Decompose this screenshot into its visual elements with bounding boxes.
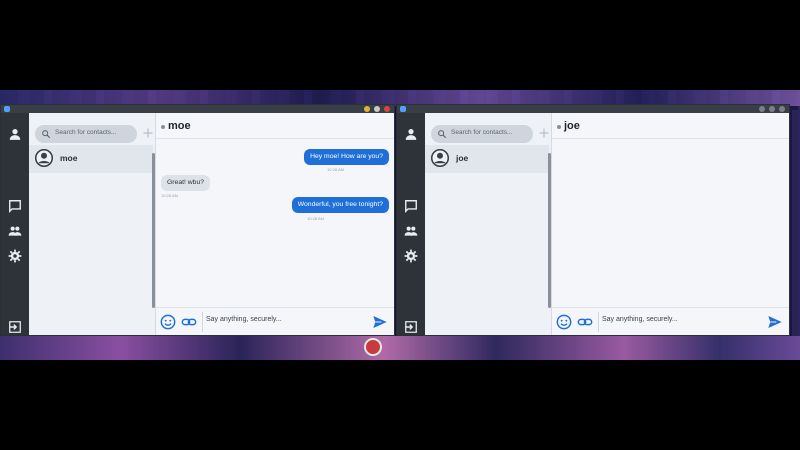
message-input[interactable]: Say anything, securely... — [602, 316, 678, 323]
chat-title: joe — [564, 120, 580, 132]
search-icon — [42, 130, 51, 139]
minimize-icon[interactable] — [364, 106, 370, 112]
group-icon[interactable] — [404, 224, 418, 238]
minimize-icon[interactable] — [759, 106, 765, 112]
contact-name: joe — [456, 153, 469, 163]
emoji-icon[interactable] — [160, 314, 176, 330]
scrollbar[interactable] — [548, 153, 551, 308]
title-bar — [1, 105, 394, 113]
emoji-icon[interactable] — [556, 314, 572, 330]
messenger-window-left: Search for contacts... moe moe Hey moe! … — [0, 104, 395, 336]
send-icon[interactable] — [767, 314, 783, 330]
chat-title: moe — [168, 120, 191, 132]
composer: Say anything, securely... — [156, 307, 394, 335]
scrollbar[interactable] — [152, 153, 155, 308]
contact-name: moe — [60, 153, 78, 163]
message-bubble-outgoing: Wonderful, you free tonight? — [291, 197, 389, 214]
group-icon[interactable] — [8, 224, 22, 238]
wallpaper-foreground — [0, 336, 800, 360]
contact-item[interactable]: moe — [29, 145, 153, 173]
user-icon[interactable] — [8, 127, 22, 141]
add-contact-icon[interactable] — [538, 127, 550, 139]
letterbox-bottom — [0, 360, 800, 450]
user-icon[interactable] — [404, 127, 418, 141]
search-input[interactable]: Search for contacts... — [431, 125, 533, 143]
search-placeholder: Search for contacts... — [55, 129, 117, 136]
message-bubble-incoming: Great! wbu? — [161, 175, 211, 192]
nav-rail — [397, 113, 425, 335]
contacts-panel: Search for contacts... moe — [29, 113, 156, 335]
status-dot — [161, 125, 165, 129]
composer-divider — [202, 312, 203, 332]
record-indicator-icon — [364, 338, 382, 356]
close-icon[interactable] — [384, 106, 390, 112]
message-timestamp: 10:28 AM — [327, 167, 344, 172]
status-dot — [557, 125, 561, 129]
messenger-window-right: Search for contacts... joe joe Say anyth… — [396, 104, 790, 336]
chat-icon[interactable] — [404, 199, 418, 213]
app-icon — [400, 106, 406, 112]
close-icon[interactable] — [779, 106, 785, 112]
title-bar — [397, 105, 789, 113]
search-icon — [438, 130, 447, 139]
composer-divider — [598, 312, 599, 332]
maximize-icon[interactable] — [769, 106, 775, 112]
logout-icon[interactable] — [8, 320, 22, 334]
settings-icon[interactable] — [8, 249, 22, 263]
chat-panel: joe Say anything, securely... — [552, 113, 789, 335]
link-icon[interactable] — [181, 314, 197, 330]
search-input[interactable]: Search for contacts... — [35, 125, 137, 143]
avatar — [35, 149, 53, 167]
search-placeholder: Search for contacts... — [451, 129, 513, 136]
chat-panel: moe Hey moe! How are you? 10:28 AM Great… — [156, 113, 394, 335]
send-icon[interactable] — [372, 314, 388, 330]
add-contact-icon[interactable] — [142, 127, 154, 139]
contacts-panel: Search for contacts... joe — [425, 113, 552, 335]
logout-icon[interactable] — [404, 320, 418, 334]
avatar — [431, 149, 449, 167]
letterbox-top — [0, 0, 800, 90]
contact-item[interactable]: joe — [425, 145, 549, 173]
link-icon[interactable] — [577, 314, 593, 330]
chat-icon[interactable] — [8, 199, 22, 213]
chat-header: joe — [552, 113, 789, 139]
chat-header: moe — [156, 113, 394, 139]
message-timestamp: 10:28 AM — [307, 216, 324, 221]
message-bubble-outgoing: Hey moe! How are you? — [304, 149, 389, 166]
message-input[interactable]: Say anything, securely... — [206, 316, 282, 323]
maximize-icon[interactable] — [374, 106, 380, 112]
composer: Say anything, securely... — [552, 307, 789, 335]
nav-rail — [1, 113, 29, 335]
settings-icon[interactable] — [404, 249, 418, 263]
app-icon — [4, 106, 10, 112]
message-timestamp: 10:28 AM — [161, 193, 178, 198]
